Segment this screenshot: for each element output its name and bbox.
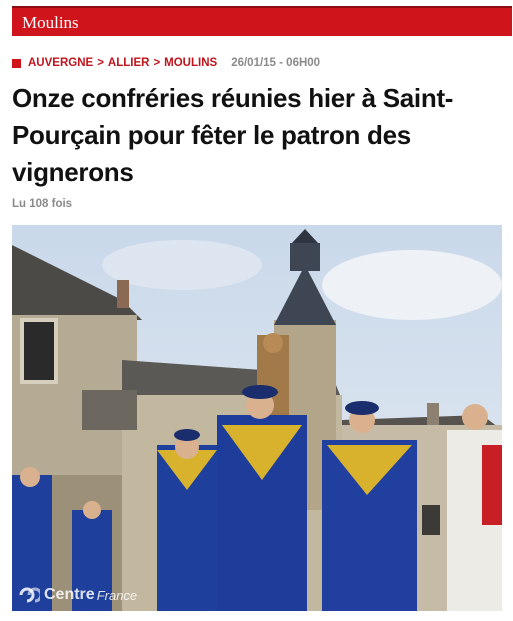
photo-watermark: Centre France <box>18 586 137 604</box>
section-title[interactable]: Moulins <box>22 13 79 33</box>
article-photo[interactable] <box>12 225 502 611</box>
breadcrumb-item-auvergne[interactable]: AUVERGNE <box>28 57 93 69</box>
article-title: Onze confréries réunies hier à Saint-Pou… <box>12 83 454 187</box>
breadcrumb-item-allier[interactable]: ALLIER <box>108 57 150 69</box>
publish-date: 26/01/15 - 06H00 <box>231 57 321 69</box>
breadcrumb-bullet-icon <box>12 58 21 68</box>
centre-france-logo-icon <box>19 587 40 603</box>
watermark-main: Centre <box>44 586 95 603</box>
breadcrumb-separator: > <box>153 57 161 69</box>
view-count: Lu 108 fois <box>12 198 73 210</box>
section-header-bar: Moulins <box>12 6 512 36</box>
breadcrumb-separator: > <box>97 57 104 69</box>
watermark-suffix: France <box>96 587 138 603</box>
cloud <box>322 250 502 320</box>
breadcrumb-item-moulins[interactable]: MOULINS <box>164 57 217 69</box>
breadcrumb: AUVERGNE > ALLIER > MOULINS 26/01/15 - 0… <box>12 56 320 70</box>
